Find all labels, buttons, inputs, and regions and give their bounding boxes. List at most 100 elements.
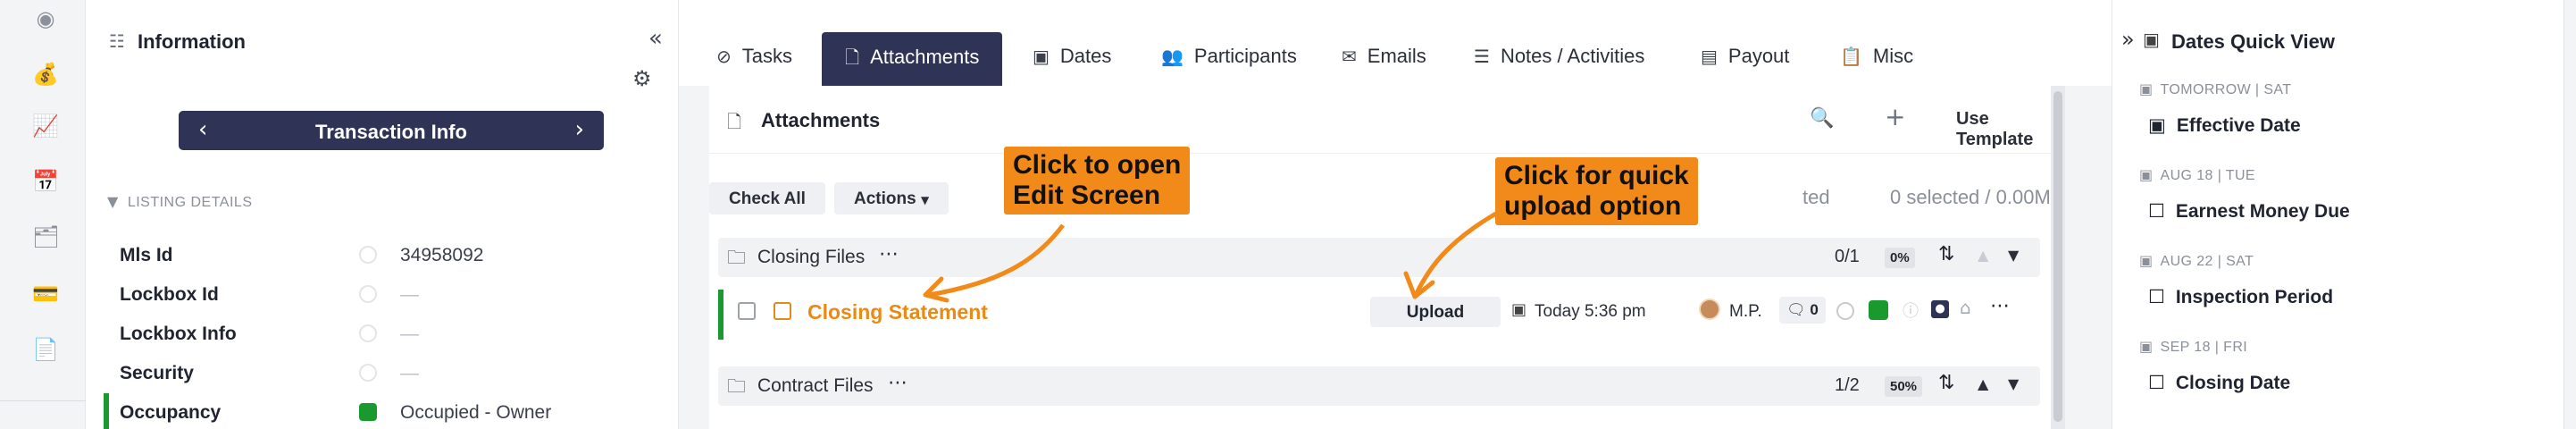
tab-participants[interactable]: 👥 Participants: [1161, 32, 1297, 86]
callout-edit-screen: Click to open Edit Screen: [1004, 147, 1191, 214]
field-key: Lockbox Info: [120, 324, 237, 344]
field-key: Occupancy: [120, 402, 222, 423]
expand-panel-icon[interactable]: »: [2121, 27, 2135, 52]
section-label: LISTING DETAILS: [127, 195, 253, 210]
calendar-icon[interactable]: 📅: [32, 168, 59, 195]
right-edge-strip: [2563, 0, 2576, 429]
upload-button[interactable]: Upload: [1370, 297, 1501, 327]
more-icon[interactable]: ⋯: [888, 372, 907, 394]
attachments-title: Attachments: [761, 109, 881, 131]
quick-view-date: ▣ AUG 22 | SAT: [2139, 252, 2254, 270]
sort-icon[interactable]: ⇅: [1938, 372, 1954, 394]
field-status-dot[interactable]: [359, 364, 377, 382]
status-circle[interactable]: [1836, 302, 1854, 320]
field-status-dot[interactable]: [359, 246, 377, 264]
actions-label: Actions: [854, 189, 916, 208]
tab-label: Payout: [1727, 45, 1790, 67]
status-complete-square[interactable]: [1869, 300, 1888, 320]
field-value[interactable]: —: [400, 284, 419, 306]
attachment-name-link[interactable]: Closing Statement: [807, 300, 988, 324]
calendar-icon: ▣: [2139, 166, 2154, 183]
move-up-icon[interactable]: ▲: [1978, 375, 1988, 392]
person-icon[interactable]: ●: [1931, 300, 1949, 318]
transaction-nav-label: Transaction Info: [315, 121, 467, 143]
row-accent-bar: [718, 290, 723, 340]
tab-label: Participants: [1193, 45, 1297, 67]
tab-misc[interactable]: 📋 Misc: [1840, 32, 1913, 86]
tab-label: Misc: [1872, 45, 1914, 67]
tab-tasks[interactable]: ⊘ Tasks: [716, 32, 792, 86]
tab-attachments[interactable]: 🗋 Attachments: [822, 32, 1003, 86]
chart-icon[interactable]: 📈: [32, 113, 59, 139]
more-icon[interactable]: ⋯: [1990, 295, 2010, 317]
icon-rail: ◉ 💰 📈 📅 🗂 💳 📄: [0, 0, 86, 429]
plus-icon[interactable]: +: [1885, 102, 1905, 131]
checkbox-icon[interactable]: ☐: [2148, 286, 2165, 307]
use-template-button[interactable]: Use Template: [1956, 109, 2065, 150]
calendar-icon: ▣: [2139, 338, 2154, 355]
field-value[interactable]: Occupied - Owner: [400, 402, 551, 424]
move-down-icon[interactable]: ▼: [2008, 375, 2019, 392]
radio-icon[interactable]: ◉: [32, 5, 59, 32]
move-up-icon[interactable]: ▲: [1978, 247, 1988, 264]
document-icon[interactable]: 📄: [32, 336, 59, 363]
more-icon[interactable]: ⋯: [879, 243, 899, 265]
move-down-icon[interactable]: ▼: [2008, 247, 2019, 264]
users-icon: 👥: [1161, 46, 1183, 67]
cards-icon[interactable]: 🗂: [32, 223, 59, 250]
quick-view-item[interactable]: ☐ Closing Date: [2148, 372, 2290, 394]
mail-icon: ✉: [1342, 46, 1357, 67]
gear-icon[interactable]: ⚙: [632, 66, 652, 91]
checkbox-icon[interactable]: ☐: [2148, 372, 2165, 393]
check-all-button[interactable]: Check All: [709, 182, 825, 214]
field-value[interactable]: —: [400, 324, 419, 345]
group-percent: 0%: [1885, 248, 1915, 268]
tab-notes-activities[interactable]: ☰ Notes / Activities: [1474, 32, 1644, 86]
group-count: 1/2: [1835, 375, 1860, 395]
actions-dropdown[interactable]: Actions ▼: [834, 182, 949, 214]
group-name: Contract Files: [757, 375, 874, 396]
main-content: ⊘ Tasks 🗋 Attachments ▣ Dates 👥 Participants…: [679, 0, 2112, 429]
group-closing-files[interactable]: 🗀 Closing Files ⋯ 0/1 0% ⇅ ▲ ▼: [718, 238, 2040, 277]
file-icon: 🗋: [727, 111, 742, 132]
information-panel: ☷ Information « ⚙ ‹ Transaction Info › ▼…: [86, 0, 679, 429]
comment-icon: 🗨: [1786, 301, 1806, 319]
field-row-occupancy: Occupancy Occupied - Owner: [86, 393, 679, 429]
quick-view-date: ▣ SEP 18 | FRI: [2139, 338, 2247, 356]
quick-view-item[interactable]: ☐ Earnest Money Due: [2148, 200, 2350, 223]
row-checkbox[interactable]: [738, 302, 756, 320]
field-status-dot[interactable]: [359, 285, 377, 303]
field-key: Security: [120, 363, 194, 383]
scrollbar[interactable]: [2051, 86, 2065, 429]
tab-payout[interactable]: ▤ Payout: [1701, 32, 1789, 86]
quick-view-item[interactable]: ☐ Inspection Period: [2148, 286, 2333, 308]
listing-details-section[interactable]: ▼ LISTING DETAILS: [107, 193, 253, 211]
info-title: Information: [138, 30, 246, 53]
group-contract-files[interactable]: 🗀 Contract Files ⋯ 1/2 50% ⇅ ▲ ▼: [718, 366, 2040, 406]
quick-view-title: Dates Quick View: [2171, 30, 2336, 53]
field-key: Lockbox Id: [120, 284, 219, 305]
field-status-dot[interactable]: [359, 324, 377, 342]
avatar[interactable]: [1699, 299, 1720, 320]
tab-emails[interactable]: ✉ Emails: [1342, 32, 1426, 86]
scrollbar-thumb[interactable]: [2053, 91, 2062, 422]
field-status-dot[interactable]: [359, 403, 377, 421]
info-icon[interactable]: ⓘ: [1903, 299, 1919, 322]
search-icon[interactable]: 🔍: [1810, 107, 1834, 130]
house-icon[interactable]: ⌂: [1960, 297, 1971, 318]
credit-card-icon[interactable]: 💳: [32, 281, 59, 307]
chevron-right-icon[interactable]: ›: [575, 116, 584, 143]
calendar-icon: ▣: [1511, 300, 1527, 319]
tab-dates[interactable]: ▣ Dates: [1033, 32, 1111, 86]
sort-icon[interactable]: ⇅: [1938, 243, 1954, 265]
attachment-row: Closing Statement Upload ▣ Today 5:36 pm…: [718, 290, 2040, 340]
field-value[interactable]: —: [400, 363, 419, 384]
checkbox-icon[interactable]: ☐: [2148, 200, 2165, 222]
file-icon: 🗋: [845, 46, 860, 68]
field-value[interactable]: 34958092: [400, 245, 483, 266]
comments-badge[interactable]: 🗨 0: [1779, 297, 1826, 324]
required-checkbox[interactable]: [774, 302, 791, 320]
collapse-panel-icon[interactable]: «: [648, 25, 663, 52]
quick-view-item[interactable]: ▣ Effective Date: [2148, 114, 2301, 137]
money-bag-icon[interactable]: 💰: [32, 61, 59, 88]
